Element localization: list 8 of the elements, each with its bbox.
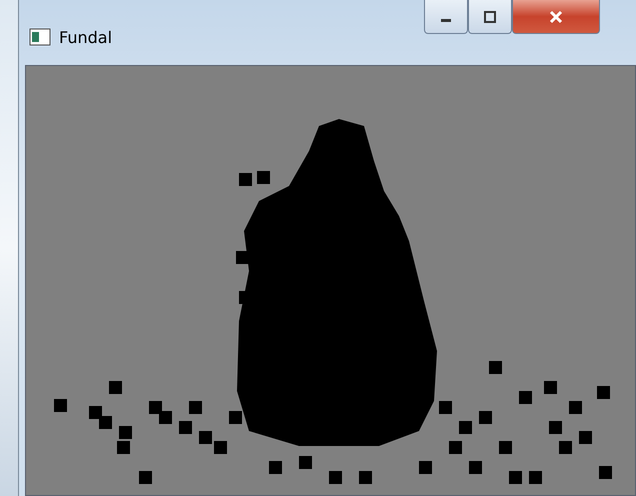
minimize-button[interactable] [424,0,468,34]
close-button[interactable] [512,0,600,34]
minimize-icon [441,19,451,22]
maximize-button[interactable] [468,0,512,34]
app-window-icon [29,28,51,46]
close-icon [548,10,564,24]
window-title: Fundal [59,28,112,47]
maximize-icon [483,10,497,22]
